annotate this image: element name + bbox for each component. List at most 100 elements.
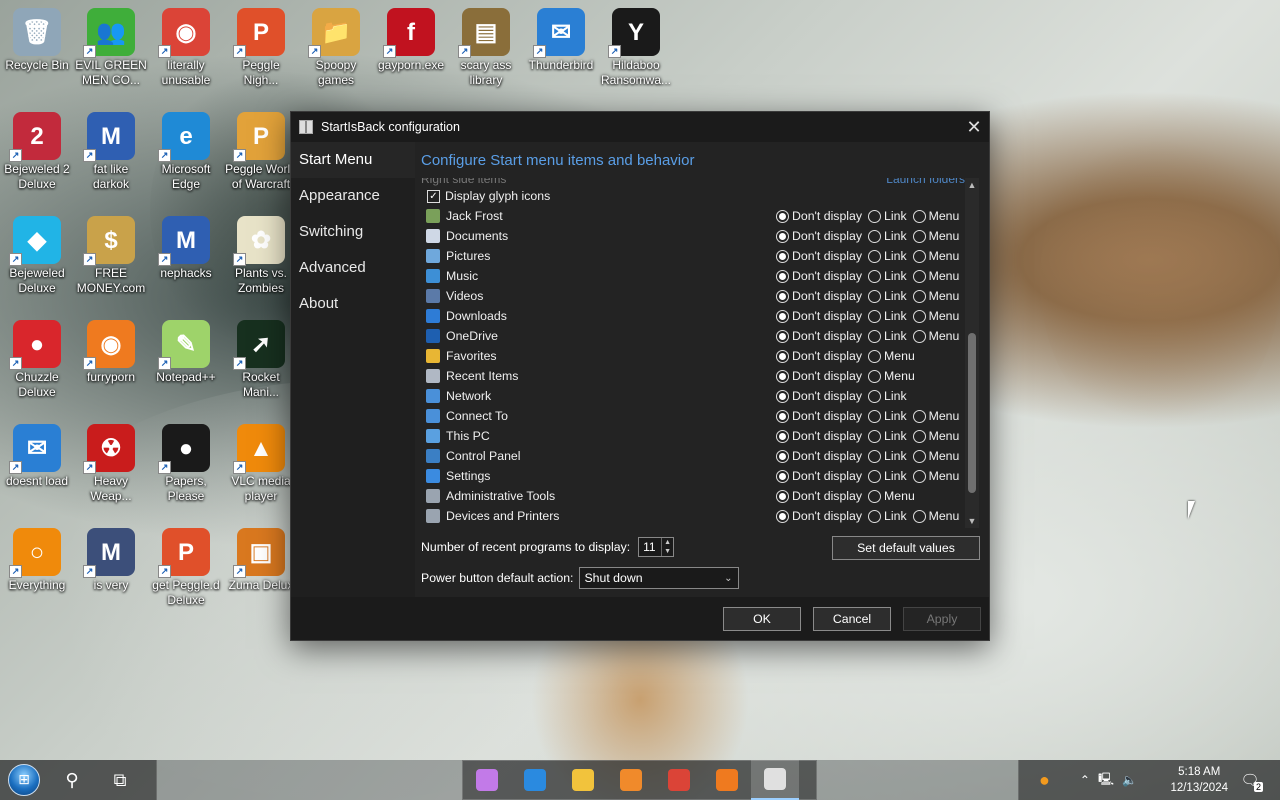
desktop-icon[interactable]: ◉ ↗ literally unusable bbox=[149, 4, 223, 88]
desktop-icon[interactable]: ☢ ↗ Heavy Weap... bbox=[74, 420, 148, 504]
radio-dont-display[interactable]: Don't display bbox=[776, 449, 862, 463]
radio-button[interactable] bbox=[868, 389, 882, 403]
radio-button[interactable] bbox=[868, 329, 882, 343]
radio-menu[interactable]: Menu bbox=[868, 489, 915, 503]
radio-button[interactable] bbox=[912, 329, 926, 343]
radio-menu[interactable]: Menu bbox=[912, 429, 959, 443]
volume-icon[interactable]: 🔈 bbox=[1122, 773, 1137, 787]
desktop-icon[interactable]: M ↗ is very bbox=[74, 524, 148, 593]
nav-start-menu[interactable]: Start Menu bbox=[291, 142, 415, 178]
desktop-icon[interactable]: ✿ ↗ Plants vs. Zombies bbox=[224, 212, 298, 296]
desktop-icon[interactable]: ◉ ↗ furryporn bbox=[74, 316, 148, 385]
cancel-button[interactable]: Cancel bbox=[813, 607, 891, 631]
radio-menu[interactable]: Menu bbox=[912, 269, 959, 283]
desktop-icon[interactable]: ▤ ↗ scary ass library bbox=[449, 4, 523, 88]
radio-link[interactable]: Link bbox=[868, 229, 907, 243]
clock[interactable]: 5:18 AM 12/13/2024 bbox=[1170, 764, 1228, 796]
recent-programs-stepper[interactable]: 11 ▲ ▼ bbox=[638, 537, 675, 557]
radio-link[interactable]: Link bbox=[868, 449, 907, 463]
desktop-icon[interactable]: 2 ↗ Bejeweled 2 Deluxe bbox=[0, 108, 74, 192]
radio-button[interactable] bbox=[868, 229, 882, 243]
radio-link[interactable]: Link bbox=[868, 409, 907, 423]
display-glyph-checkbox[interactable]: ✓ bbox=[427, 189, 440, 203]
desktop-icon[interactable]: 👥 ↗ EVIL GREEN MEN CO... bbox=[74, 4, 148, 88]
desktop-icon[interactable]: e ↗ Microsoft Edge bbox=[149, 108, 223, 192]
radio-button[interactable] bbox=[912, 449, 926, 463]
radio-button[interactable] bbox=[868, 269, 882, 283]
radio-button[interactable] bbox=[776, 269, 789, 283]
radio-link[interactable]: Link bbox=[868, 469, 907, 483]
radio-button[interactable] bbox=[776, 389, 789, 403]
radio-dont-display[interactable]: Don't display bbox=[776, 489, 862, 503]
desktop-icon[interactable]: ● ↗ Chuzzle Deluxe bbox=[0, 316, 74, 400]
radio-menu[interactable]: Menu bbox=[912, 229, 959, 243]
taskbar-app-button[interactable] bbox=[559, 760, 607, 800]
radio-menu[interactable]: Menu bbox=[868, 349, 915, 363]
radio-link[interactable]: Link bbox=[868, 509, 907, 523]
radio-button[interactable] bbox=[868, 469, 882, 483]
radio-button[interactable] bbox=[868, 449, 882, 463]
notification-center-button[interactable]: 🗨 2 bbox=[1234, 766, 1266, 794]
radio-link[interactable]: Link bbox=[868, 269, 907, 283]
radio-button[interactable] bbox=[868, 429, 882, 443]
radio-menu[interactable]: Menu bbox=[912, 309, 959, 323]
desktop-icon[interactable]: ○ ↗ Everything bbox=[0, 524, 74, 593]
radio-button[interactable] bbox=[912, 269, 926, 283]
orange-app-tray-icon[interactable]: ● bbox=[1039, 770, 1050, 791]
radio-dont-display[interactable]: Don't display bbox=[776, 349, 862, 363]
nav-advanced[interactable]: Advanced bbox=[291, 250, 415, 286]
taskbar-app-button[interactable] bbox=[607, 760, 655, 800]
radio-menu[interactable]: Menu bbox=[912, 329, 959, 343]
radio-dont-display[interactable]: Don't display bbox=[776, 469, 862, 483]
radio-button[interactable] bbox=[776, 309, 789, 323]
radio-link[interactable]: Link bbox=[868, 429, 907, 443]
radio-button[interactable] bbox=[912, 289, 926, 303]
radio-button[interactable] bbox=[912, 249, 926, 263]
close-button[interactable]: ✕ bbox=[959, 112, 989, 142]
task-view-button[interactable]: ⧉ bbox=[96, 760, 144, 800]
radio-button[interactable] bbox=[868, 489, 882, 503]
set-default-values-button[interactable]: Set default values bbox=[832, 536, 980, 560]
radio-button[interactable] bbox=[776, 329, 789, 343]
radio-button[interactable] bbox=[776, 289, 789, 303]
ok-button[interactable]: OK bbox=[723, 607, 801, 631]
taskbar-app-button[interactable] bbox=[703, 760, 751, 800]
radio-link[interactable]: Link bbox=[868, 309, 907, 323]
title-bar[interactable]: StartIsBack configuration ✕ bbox=[291, 112, 989, 142]
radio-button[interactable] bbox=[776, 349, 789, 363]
radio-link[interactable]: Link bbox=[868, 249, 907, 263]
taskbar-app-button[interactable] bbox=[751, 760, 799, 800]
nav-about[interactable]: About bbox=[291, 286, 415, 322]
radio-button[interactable] bbox=[868, 509, 882, 523]
desktop-icon[interactable]: ▣ ↗ Zuma Delux bbox=[224, 524, 298, 593]
recent-programs-value[interactable]: 11 bbox=[639, 540, 661, 554]
radio-button[interactable] bbox=[912, 469, 926, 483]
radio-button[interactable] bbox=[868, 369, 882, 383]
display-glyph-row[interactable]: ✓ Display glyph icons bbox=[421, 186, 969, 206]
radio-button[interactable] bbox=[912, 309, 926, 323]
taskbar-app-button[interactable] bbox=[655, 760, 703, 800]
radio-link[interactable]: Link bbox=[868, 329, 907, 343]
scroll-down-icon[interactable]: ▼ bbox=[965, 514, 979, 528]
radio-button[interactable] bbox=[776, 469, 789, 483]
chevron-up-icon[interactable]: ⌃ bbox=[1080, 773, 1090, 787]
radio-button[interactable] bbox=[912, 209, 926, 223]
desktop-icon[interactable]: P ↗ Peggle World of Warcraft bbox=[224, 108, 298, 192]
radio-dont-display[interactable]: Don't display bbox=[776, 429, 862, 443]
scroll-up-icon[interactable]: ▲ bbox=[965, 178, 979, 192]
radio-button[interactable] bbox=[776, 489, 789, 503]
network-icon[interactable]: 🖳 bbox=[1098, 770, 1114, 791]
radio-dont-display[interactable]: Don't display bbox=[776, 369, 862, 383]
radio-menu[interactable]: Menu bbox=[912, 509, 959, 523]
items-list[interactable]: Right side items Launch folders ✓ Displa… bbox=[421, 178, 969, 526]
radio-button[interactable] bbox=[776, 369, 789, 383]
radio-menu[interactable]: Menu bbox=[912, 289, 959, 303]
radio-button[interactable] bbox=[868, 349, 882, 363]
desktop-icon[interactable]: M ↗ nephacks bbox=[149, 212, 223, 281]
radio-menu[interactable]: Menu bbox=[912, 409, 959, 423]
taskbar-app-button[interactable] bbox=[511, 760, 559, 800]
radio-button[interactable] bbox=[776, 449, 789, 463]
desktop-icon[interactable]: M ↗ fat like darkok bbox=[74, 108, 148, 192]
radio-button[interactable] bbox=[912, 509, 926, 523]
radio-dont-display[interactable]: Don't display bbox=[776, 509, 862, 523]
